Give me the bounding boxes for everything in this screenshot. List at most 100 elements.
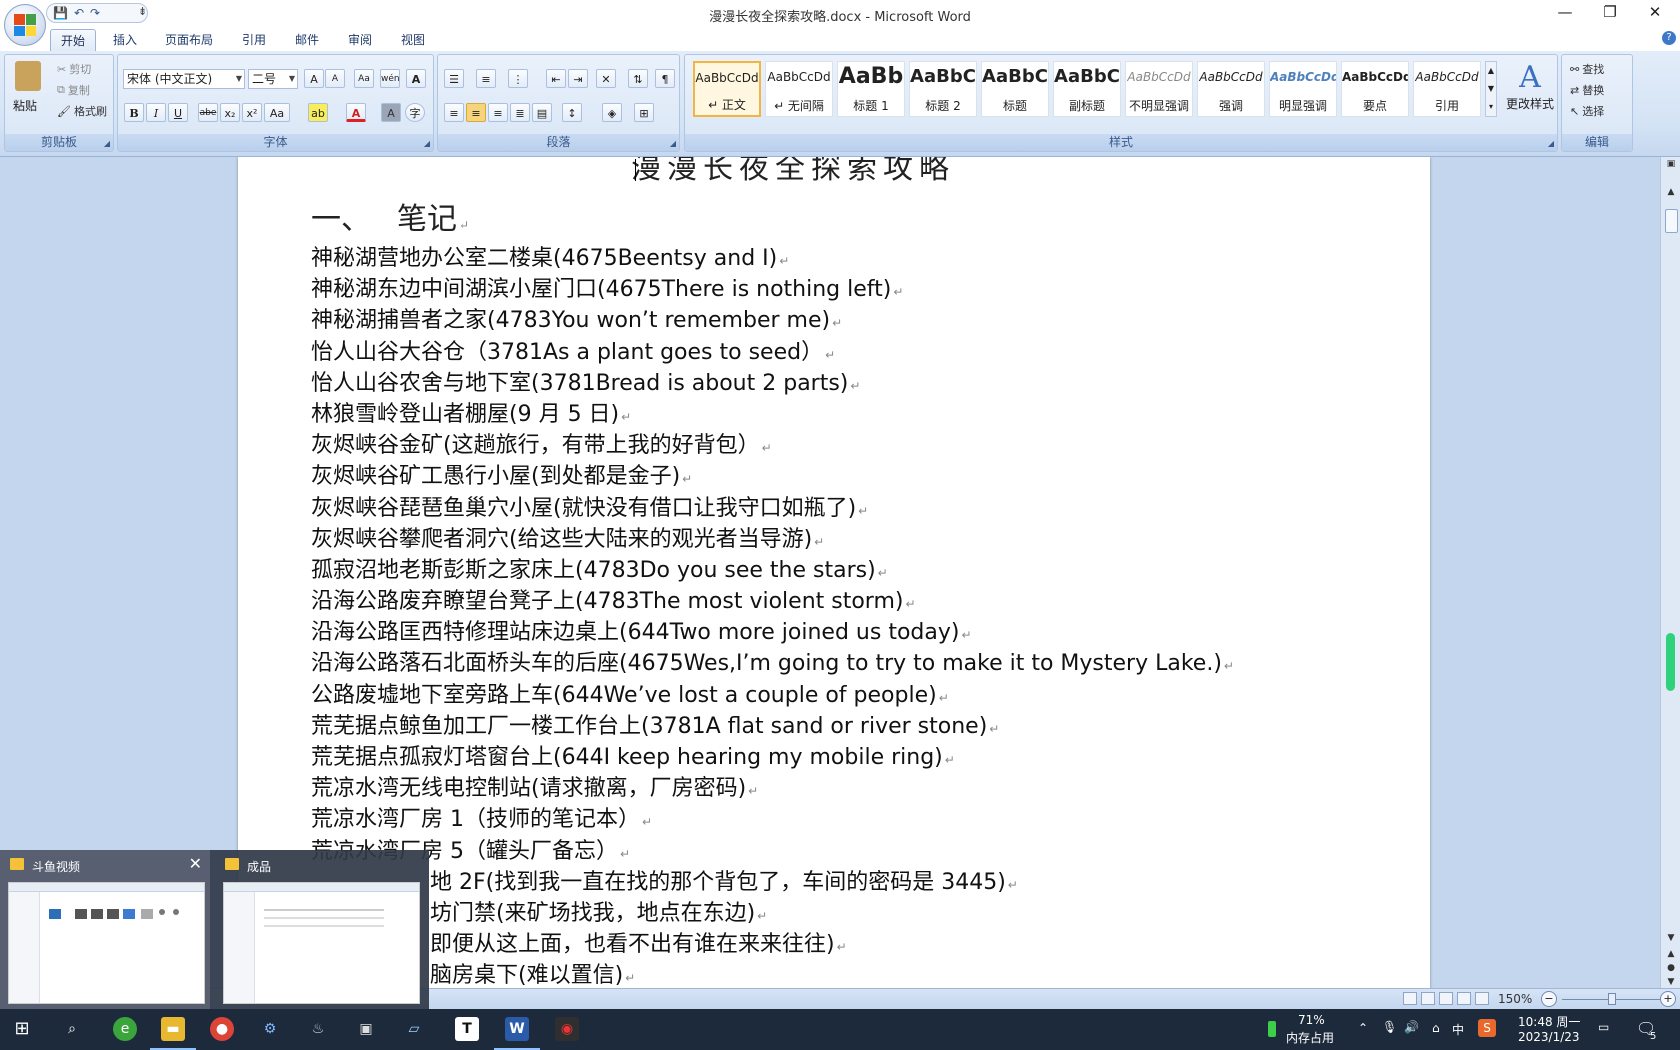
font-name-combo[interactable]: 宋体 (中文正文) ▼ — [123, 69, 245, 89]
find-button[interactable]: ⚯ 查找 — [1570, 59, 1604, 79]
change-styles-button[interactable]: A 更改样式 — [1505, 61, 1555, 121]
zoom-out-icon[interactable]: − — [1541, 991, 1557, 1007]
decrease-indent-icon[interactable]: ⇤ — [546, 69, 566, 88]
paste-button[interactable]: 粘贴 — [13, 97, 37, 114]
office-button[interactable] — [4, 4, 46, 46]
bullets-icon[interactable]: ☰ — [444, 69, 464, 88]
style-heading-1[interactable]: AaBb 标题 1 — [837, 61, 905, 117]
highlight-color-icon[interactable]: ab — [308, 103, 328, 122]
scrollbar-thumb[interactable] — [1665, 209, 1678, 233]
subscript-button[interactable]: x₂ — [220, 103, 240, 122]
dropdown-arrow-icon[interactable]: ▼ — [236, 70, 242, 88]
tab-page-layout[interactable]: 页面布局 — [155, 29, 223, 51]
strikethrough-button[interactable]: abe — [198, 103, 218, 122]
char-border-icon[interactable]: A — [406, 69, 426, 88]
help-icon[interactable]: ? — [1662, 31, 1676, 45]
paragraph-launcher-icon[interactable]: ◢ — [670, 139, 676, 148]
ime-indicator[interactable]: 中 — [1452, 1021, 1464, 1038]
web-layout-icon[interactable] — [1439, 992, 1453, 1005]
steam-icon[interactable]: ♨ — [306, 1017, 330, 1041]
microphone-icon[interactable]: 🎙 — [1382, 1020, 1397, 1034]
scroll-up-icon[interactable]: ▲ — [1661, 187, 1680, 197]
zoom-slider-thumb[interactable] — [1608, 993, 1616, 1005]
grow-font-icon[interactable]: A — [304, 69, 324, 88]
thumbnail-douyu-video[interactable]: 斗鱼视频 ✕ — [0, 850, 210, 1009]
volume-icon[interactable]: 🔊 — [1404, 1020, 1419, 1034]
show-desktop-icon[interactable]: ▭ — [1598, 1020, 1609, 1034]
format-painter-button[interactable]: 🖌 格式刷 — [57, 101, 107, 121]
style-normal[interactable]: AaBbCcDd ↵ 正文 — [693, 61, 761, 117]
next-page-icon[interactable]: ▼ — [1661, 977, 1680, 987]
clipboard-launcher-icon[interactable]: ◢ — [104, 139, 110, 148]
dropdown-arrow-icon[interactable]: ▼ — [289, 70, 295, 88]
line-spacing-icon[interactable]: ↕ — [562, 103, 582, 122]
superscript-button[interactable]: x² — [242, 103, 262, 122]
justify-icon[interactable]: ≣ — [510, 103, 530, 122]
tab-view[interactable]: 视图 — [391, 29, 435, 51]
chrome-icon[interactable]: ● — [210, 1017, 234, 1041]
style-strong[interactable]: AaBbCcDd 要点 — [1341, 61, 1409, 117]
clock-time[interactable]: 10:48 周一 — [1518, 1013, 1580, 1030]
style-heading-2[interactable]: AaBbC 标题 2 — [909, 61, 977, 117]
phonetic-guide-icon[interactable]: wén — [380, 69, 400, 88]
style-intense-emphasis[interactable]: AaBbCcDd 明显强调 — [1269, 61, 1337, 117]
outline-view-icon[interactable] — [1457, 992, 1471, 1005]
style-no-spacing[interactable]: AaBbCcDd ↵ 无间隔 — [765, 61, 833, 117]
style-title[interactable]: AaBbC 标题 — [981, 61, 1049, 117]
shrink-font-icon[interactable]: A — [325, 69, 345, 88]
style-subtitle[interactable]: AaBbC 副标题 — [1053, 61, 1121, 117]
typora-icon[interactable]: T — [455, 1017, 479, 1041]
ruler-toggle-icon[interactable]: ▣ — [1661, 159, 1680, 169]
prev-page-icon[interactable]: ▲ — [1661, 949, 1680, 959]
chinese-layout-icon[interactable]: ✕ — [596, 69, 616, 88]
windows-start-icon[interactable]: ⊞ — [10, 1017, 34, 1041]
font-launcher-icon[interactable]: ◢ — [424, 139, 430, 148]
multilevel-list-icon[interactable]: ⋮ — [508, 69, 528, 88]
increase-indent-icon[interactable]: ⇥ — [568, 69, 588, 88]
360-browser-icon[interactable]: e — [113, 1017, 137, 1041]
borders-icon[interactable]: ⊞ — [634, 103, 654, 122]
close-icon[interactable]: ✕ — [189, 854, 202, 873]
minimize-button[interactable]: — — [1545, 3, 1585, 21]
paste-icon[interactable] — [15, 61, 41, 91]
style-subtle-emphasis[interactable]: AaBbCcDd 不明显强调 — [1125, 61, 1193, 117]
copy-button[interactable]: ⧉ 复制 — [57, 80, 90, 100]
tab-references[interactable]: 引用 — [232, 29, 276, 51]
italic-button[interactable]: I — [146, 103, 166, 122]
font-color-icon[interactable]: A — [346, 103, 366, 122]
tab-review[interactable]: 审阅 — [338, 29, 382, 51]
replace-button[interactable]: ⇄ 替换 — [1570, 80, 1604, 100]
browse-object-icon[interactable]: ● — [1661, 963, 1680, 973]
align-left-icon[interactable]: ≡ — [444, 103, 464, 122]
clear-format-icon[interactable]: Aa — [354, 69, 374, 88]
search-icon[interactable]: ⌕ — [60, 1017, 84, 1041]
tab-mailings[interactable]: 邮件 — [285, 29, 329, 51]
tab-insert[interactable]: 插入 — [103, 29, 147, 51]
zoom-level[interactable]: 150% — [1498, 992, 1532, 1006]
enclose-chars-icon[interactable]: 字 — [405, 103, 425, 122]
font-size-combo[interactable]: 二号 ▼ — [248, 69, 298, 89]
cut-button[interactable]: ✂ 剪切 — [57, 59, 91, 79]
network-icon[interactable]: ⌂ — [1432, 1021, 1440, 1035]
distributed-icon[interactable]: ▤ — [532, 103, 552, 122]
style-emphasis[interactable]: AaBbCcDd 强调 — [1197, 61, 1265, 117]
close-button[interactable]: ✕ — [1635, 3, 1675, 21]
style-quote[interactable]: AaBbCcDd 引用 — [1413, 61, 1481, 117]
clock-date[interactable]: 2023/1/23 — [1518, 1030, 1580, 1044]
styles-launcher-icon[interactable]: ◢ — [1548, 139, 1554, 148]
file-explorer-icon[interactable]: ▬ — [161, 1017, 185, 1041]
sort-icon[interactable]: ⇅ — [628, 69, 648, 88]
show-marks-icon[interactable]: ¶ — [655, 69, 675, 88]
tab-home[interactable]: 开始 — [50, 29, 97, 52]
underline-button[interactable]: U — [168, 103, 188, 122]
select-button[interactable]: ↖ 选择 — [1570, 101, 1604, 121]
shading-icon[interactable]: ◈ — [602, 103, 622, 122]
ticket-app-icon[interactable]: ▣ — [354, 1017, 378, 1041]
notes-app-icon[interactable]: ▱ — [402, 1017, 426, 1041]
sogou-input-icon[interactable]: S — [1478, 1019, 1496, 1037]
char-shading-icon[interactable]: A — [381, 103, 401, 122]
scroll-down-icon[interactable]: ▼ — [1661, 933, 1680, 943]
align-center-icon[interactable]: ≡ — [466, 103, 486, 122]
bold-button[interactable]: B — [124, 103, 144, 122]
word-icon[interactable]: W — [505, 1017, 529, 1041]
